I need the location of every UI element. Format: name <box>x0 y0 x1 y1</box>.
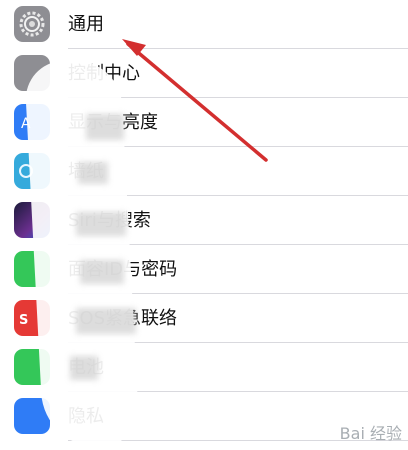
watermark: Bai 经验 <box>339 424 402 443</box>
annotation-arrow <box>122 39 268 162</box>
